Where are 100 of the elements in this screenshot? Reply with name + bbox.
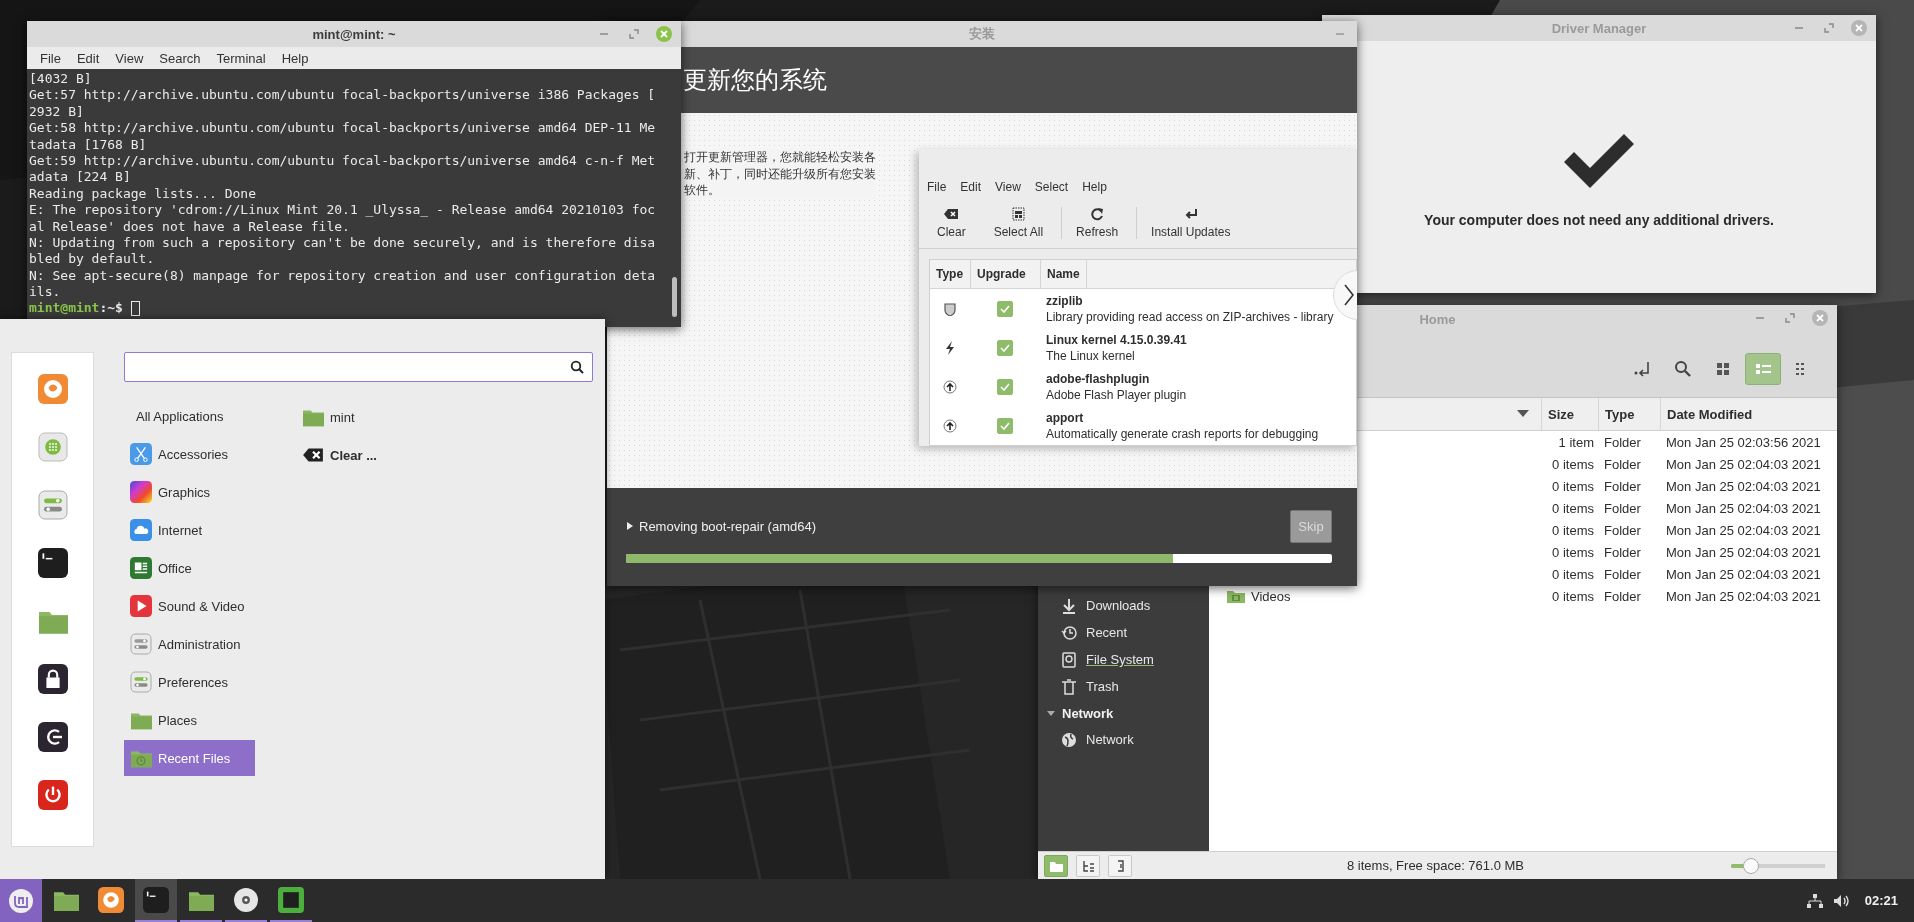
- category-label: Recent Files: [158, 750, 231, 766]
- checkmark-icon[interactable]: [1000, 304, 1010, 313]
- clock[interactable]: 02:21: [1864, 893, 1898, 908]
- table-cell-text: Mon Jan 25 02:04:03 2021: [1665, 500, 1822, 516]
- table-cell-text: 0 items: [1551, 566, 1595, 582]
- column-header[interactable]: Type: [930, 260, 971, 288]
- sidebar-item[interactable]: Network: [1086, 732, 1134, 747]
- menu-item[interactable]: Edit: [69, 48, 107, 68]
- sidebar-item[interactable]: Trash: [1086, 679, 1119, 694]
- clear-icon: [943, 206, 960, 221]
- sidebar-item[interactable]: File System: [1086, 652, 1154, 667]
- scissors-icon: [130, 443, 152, 465]
- checkmark-icon[interactable]: [1000, 343, 1010, 352]
- app-icon[interactable]: [278, 886, 304, 913]
- window-title: 安装: [969, 25, 995, 43]
- category-item[interactable]: Places: [124, 702, 255, 738]
- category-item[interactable]: Recent Files: [124, 740, 255, 776]
- category-item[interactable]: Graphics: [124, 474, 255, 510]
- checkmark-icon: [1564, 134, 1634, 188]
- recent-folder-item[interactable]: mint: [330, 409, 355, 425]
- category-label: All Applications: [136, 408, 224, 424]
- terminal-line: N: See apt-secure(8) manpage for repository creation and user configuration deta: [29, 267, 657, 285]
- search-field[interactable]: [124, 352, 593, 382]
- scrollbar-thumb[interactable]: [672, 277, 677, 317]
- select-all-icon: [1010, 206, 1027, 221]
- text-cursor: [130, 301, 140, 317]
- toolbar-button[interactable]: Install Updates: [1137, 202, 1245, 243]
- toggles-icon[interactable]: [37, 490, 68, 520]
- table-cell-text: 0 items: [1551, 522, 1595, 538]
- checkmark-icon[interactable]: [1000, 421, 1010, 430]
- category-label: Graphics: [158, 484, 211, 500]
- sort-arrow-icon[interactable]: [1517, 410, 1529, 418]
- column-header[interactable]: Upgrade: [971, 260, 1041, 288]
- table-cell-text: Folder: [1603, 434, 1642, 450]
- menu-item[interactable]: View: [108, 48, 151, 68]
- category-item[interactable]: All Applications: [124, 398, 255, 434]
- download-icon: [1061, 597, 1078, 614]
- column-header[interactable]: Name: [1041, 260, 1087, 288]
- sidebar-item[interactable]: Recent: [1086, 625, 1128, 640]
- lock-icon[interactable]: [37, 664, 68, 694]
- checkbox[interactable]: [997, 378, 1013, 395]
- menu-item[interactable]: Help: [1076, 180, 1113, 198]
- category-item[interactable]: Internet: [124, 512, 255, 548]
- app-grid-icon[interactable]: [37, 432, 68, 462]
- terminal-line: [4032 B]: [29, 71, 93, 88]
- logo[interactable]: [8, 887, 34, 914]
- menu-item[interactable]: Help: [274, 48, 316, 68]
- expander-icon[interactable]: [1046, 708, 1056, 718]
- network-icon[interactable]: [1806, 893, 1823, 908]
- disc-icon[interactable]: [233, 886, 259, 913]
- close-button[interactable]: [1850, 19, 1868, 37]
- table-cell-text: Mon Jan 25 02:04:03 2021: [1665, 566, 1822, 582]
- menu-item[interactable]: Search: [152, 48, 208, 68]
- menu-item[interactable]: View: [989, 180, 1027, 198]
- volume-icon[interactable]: [1832, 893, 1849, 908]
- category-item[interactable]: Accessories: [124, 436, 255, 472]
- file-name[interactable]: Videos: [1251, 588, 1291, 604]
- column-header[interactable]: Size: [1541, 398, 1598, 430]
- slider-thumb[interactable]: [1742, 857, 1759, 874]
- clear-list-item[interactable]: Clear ...: [330, 447, 377, 463]
- close-button[interactable]: [1811, 309, 1829, 327]
- menu-button[interactable]: [0, 879, 42, 922]
- list-view-button[interactable]: [1745, 353, 1781, 385]
- checkbox[interactable]: [997, 300, 1013, 317]
- column-header[interactable]: Type: [1598, 398, 1660, 430]
- cloud-icon: [130, 519, 152, 541]
- toolbar-button[interactable]: Select All: [979, 202, 1058, 243]
- table-cell-text: 0 items: [1551, 456, 1595, 472]
- window-title: Home: [1419, 311, 1456, 327]
- checkmark-icon[interactable]: [1000, 382, 1010, 391]
- checkbox[interactable]: [997, 339, 1013, 356]
- toolbar-button[interactable]: Refresh: [1062, 202, 1133, 243]
- menu-item[interactable]: File: [33, 48, 68, 68]
- terminal-line: bled by default.: [29, 251, 156, 268]
- menu-item[interactable]: Select: [1028, 180, 1075, 198]
- category-item[interactable]: Administration: [124, 626, 255, 662]
- toolbar-button[interactable]: Clear: [923, 202, 980, 243]
- sidebar-item[interactable]: Downloads: [1086, 598, 1151, 613]
- category-item[interactable]: Office: [124, 550, 255, 586]
- logout-icon[interactable]: [37, 722, 68, 752]
- terminal-icon[interactable]: [37, 548, 68, 578]
- checkbox[interactable]: [997, 417, 1013, 434]
- power-icon[interactable]: [37, 780, 68, 810]
- document-icon: [130, 557, 152, 579]
- terminal-line: Get:58 http://archive.ubuntu.com/ubuntu focal-backports/universe amd64 DEP-11 Me: [29, 120, 657, 137]
- table-cell-text: 0 items: [1551, 588, 1595, 604]
- close-button[interactable]: [655, 25, 673, 43]
- category-item[interactable]: Preferences: [124, 664, 255, 700]
- chevron-right-icon[interactable]: [1344, 284, 1354, 306]
- expander-icon[interactable]: [626, 521, 634, 531]
- search-icon[interactable]: [1673, 359, 1693, 379]
- menu-item[interactable]: File: [921, 180, 953, 198]
- category-item[interactable]: Sound & Video: [124, 588, 255, 624]
- terminal-line: ils.: [29, 284, 62, 301]
- menu-item[interactable]: Edit: [954, 180, 988, 198]
- browser-icon[interactable]: [98, 886, 124, 913]
- table-cell-text: 0 items: [1551, 478, 1595, 494]
- column-header[interactable]: Date Modified: [1660, 398, 1837, 430]
- menu-item[interactable]: Terminal: [209, 48, 273, 68]
- category-label: Places: [158, 712, 198, 728]
